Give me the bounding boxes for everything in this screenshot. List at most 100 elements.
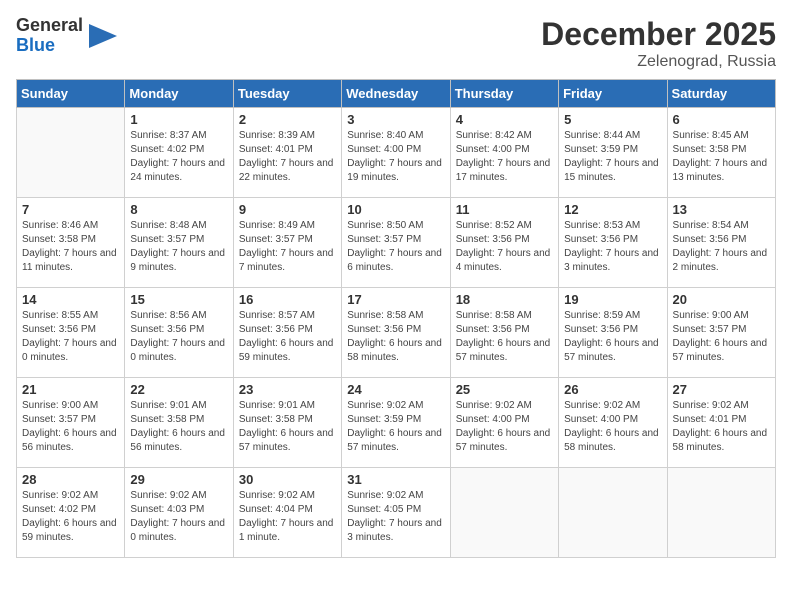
calendar-cell: 2Sunrise: 8:39 AMSunset: 4:01 PMDaylight… [233,108,341,198]
calendar-week-3: 14 Sunrise: 8:55 AMSunset: 3:56 PMDayligh… [17,288,776,378]
day-number: 28 [22,472,119,487]
calendar-cell: 28 Sunrise: 9:02 AMSunset: 4:02 PMDayligh… [17,468,125,558]
day-number: 21 [22,382,119,397]
calendar-cell: 19 Sunrise: 8:59 AMSunset: 3:56 PMDayligh… [559,288,667,378]
day-number: 29 [130,472,227,487]
calendar-cell [17,108,125,198]
day-info: Sunrise: 8:55 AMSunset: 3:56 PMDaylight:… [22,309,119,365]
weekday-header-saturday: Saturday [667,80,775,108]
calendar-table: SundayMondayTuesdayWednesdayThursdayFrid… [16,79,776,558]
calendar-cell: 30 Sunrise: 9:02 AMSunset: 4:04 PMDayligh… [233,468,341,558]
day-info: Sunrise: 8:54 AMSunset: 3:56 PMDaylight:… [673,219,770,275]
day-number: 4 [456,112,553,127]
calendar-cell [559,468,667,558]
calendar-cell: 17 Sunrise: 8:58 AMSunset: 3:56 PMDayligh… [342,288,450,378]
day-info: Sunrise: 8:53 AMSunset: 3:56 PMDaylight:… [564,219,661,275]
day-number: 10 [347,202,444,217]
day-info: Sunrise: 9:02 AMSunset: 4:05 PMDaylight:… [347,489,444,545]
logo: General Blue [16,16,117,56]
calendar-cell: 13 Sunrise: 8:54 AMSunset: 3:56 PMDayligh… [667,198,775,288]
day-number: 18 [456,292,553,307]
calendar-cell: 9Sunrise: 8:49 AMSunset: 3:57 PMDaylight… [233,198,341,288]
calendar-cell: 4Sunrise: 8:42 AMSunset: 4:00 PMDaylight… [450,108,558,198]
day-info: Sunrise: 8:37 AMSunset: 4:02 PMDaylight:… [130,129,227,185]
day-number: 24 [347,382,444,397]
calendar-cell: 20 Sunrise: 9:00 AMSunset: 3:57 PMDayligh… [667,288,775,378]
logo-text: General Blue [16,16,83,56]
weekday-header-friday: Friday [559,80,667,108]
calendar-week-1: 1 Sunrise: 8:37 AMSunset: 4:02 PMDaylight… [17,108,776,198]
day-info: Sunrise: 9:01 AMSunset: 3:58 PMDaylight:… [130,399,227,455]
day-info: Sunrise: 8:56 AMSunset: 3:56 PMDaylight:… [130,309,227,365]
day-number: 13 [673,202,770,217]
day-number: 9 [239,202,336,217]
day-number: 1 [130,112,227,127]
calendar-cell [450,468,558,558]
calendar-cell: 6 Sunrise: 8:45 AMSunset: 3:58 PMDaylight… [667,108,775,198]
logo-general: General [16,15,83,35]
day-number: 30 [239,472,336,487]
day-number: 16 [239,292,336,307]
month-title: December 2025 [541,16,776,53]
day-number: 20 [673,292,770,307]
day-info: Sunrise: 8:58 AMSunset: 3:56 PMDaylight:… [456,309,553,365]
day-number: 6 [673,112,770,127]
day-info: Sunrise: 9:02 AMSunset: 4:02 PMDaylight:… [22,489,119,545]
day-number: 5 [564,112,661,127]
day-number: 22 [130,382,227,397]
calendar-week-4: 21Sunrise: 9:00 AMSunset: 3:57 PMDayligh… [17,378,776,468]
calendar-cell: 27 Sunrise: 9:02 AMSunset: 4:01 PMDayligh… [667,378,775,468]
day-number: 11 [456,202,553,217]
calendar-cell: 16Sunrise: 8:57 AMSunset: 3:56 PMDayligh… [233,288,341,378]
location-title: Zelenograd, Russia [541,53,776,71]
day-info: Sunrise: 8:40 AMSunset: 4:00 PMDaylight:… [347,129,444,185]
day-info: Sunrise: 9:02 AMSunset: 4:04 PMDaylight:… [239,489,336,545]
calendar-cell: 23Sunrise: 9:01 AMSunset: 3:58 PMDayligh… [233,378,341,468]
day-info: Sunrise: 8:59 AMSunset: 3:56 PMDaylight:… [564,309,661,365]
day-info: Sunrise: 8:58 AMSunset: 3:56 PMDaylight:… [347,309,444,365]
day-info: Sunrise: 9:02 AMSunset: 3:59 PMDaylight:… [347,399,444,455]
day-info: Sunrise: 9:01 AMSunset: 3:58 PMDaylight:… [239,399,336,455]
day-info: Sunrise: 8:44 AMSunset: 3:59 PMDaylight:… [564,129,661,185]
day-number: 27 [673,382,770,397]
calendar-cell: 21Sunrise: 9:00 AMSunset: 3:57 PMDayligh… [17,378,125,468]
day-info: Sunrise: 8:52 AMSunset: 3:56 PMDaylight:… [456,219,553,275]
day-number: 15 [130,292,227,307]
calendar-week-2: 7 Sunrise: 8:46 AMSunset: 3:58 PMDaylight… [17,198,776,288]
weekday-header-row: SundayMondayTuesdayWednesdayThursdayFrid… [17,80,776,108]
logo-blue: Blue [16,35,55,55]
calendar-cell: 18 Sunrise: 8:58 AMSunset: 3:56 PMDayligh… [450,288,558,378]
weekday-header-tuesday: Tuesday [233,80,341,108]
calendar-cell: 24 Sunrise: 9:02 AMSunset: 3:59 PMDayligh… [342,378,450,468]
day-info: Sunrise: 9:02 AMSunset: 4:01 PMDaylight:… [673,399,770,455]
calendar-cell [667,468,775,558]
calendar-cell: 25Sunrise: 9:02 AMSunset: 4:00 PMDayligh… [450,378,558,468]
day-number: 12 [564,202,661,217]
weekday-header-monday: Monday [125,80,233,108]
day-number: 19 [564,292,661,307]
day-number: 31 [347,472,444,487]
day-number: 14 [22,292,119,307]
day-info: Sunrise: 9:02 AMSunset: 4:00 PMDaylight:… [456,399,553,455]
day-number: 7 [22,202,119,217]
title-block: December 2025 Zelenograd, Russia [541,16,776,71]
calendar-cell: 14 Sunrise: 8:55 AMSunset: 3:56 PMDayligh… [17,288,125,378]
day-info: Sunrise: 8:48 AMSunset: 3:57 PMDaylight:… [130,219,227,275]
page-header: General Blue December 2025 Zelenograd, R… [16,16,776,71]
day-number: 8 [130,202,227,217]
calendar-cell: 22 Sunrise: 9:01 AMSunset: 3:58 PMDayligh… [125,378,233,468]
day-number: 3 [347,112,444,127]
day-info: Sunrise: 9:02 AMSunset: 4:00 PMDaylight:… [564,399,661,455]
day-info: Sunrise: 8:46 AMSunset: 3:58 PMDaylight:… [22,219,119,275]
weekday-header-wednesday: Wednesday [342,80,450,108]
calendar-cell: 31 Sunrise: 9:02 AMSunset: 4:05 PMDayligh… [342,468,450,558]
day-number: 2 [239,112,336,127]
calendar-cell: 10Sunrise: 8:50 AMSunset: 3:57 PMDayligh… [342,198,450,288]
calendar-cell: 26Sunrise: 9:02 AMSunset: 4:00 PMDayligh… [559,378,667,468]
calendar-cell: 29Sunrise: 9:02 AMSunset: 4:03 PMDayligh… [125,468,233,558]
day-info: Sunrise: 8:45 AMSunset: 3:58 PMDaylight:… [673,129,770,185]
calendar-cell: 1 Sunrise: 8:37 AMSunset: 4:02 PMDaylight… [125,108,233,198]
day-number: 17 [347,292,444,307]
calendar-cell: 8 Sunrise: 8:48 AMSunset: 3:57 PMDaylight… [125,198,233,288]
day-info: Sunrise: 9:00 AMSunset: 3:57 PMDaylight:… [673,309,770,365]
